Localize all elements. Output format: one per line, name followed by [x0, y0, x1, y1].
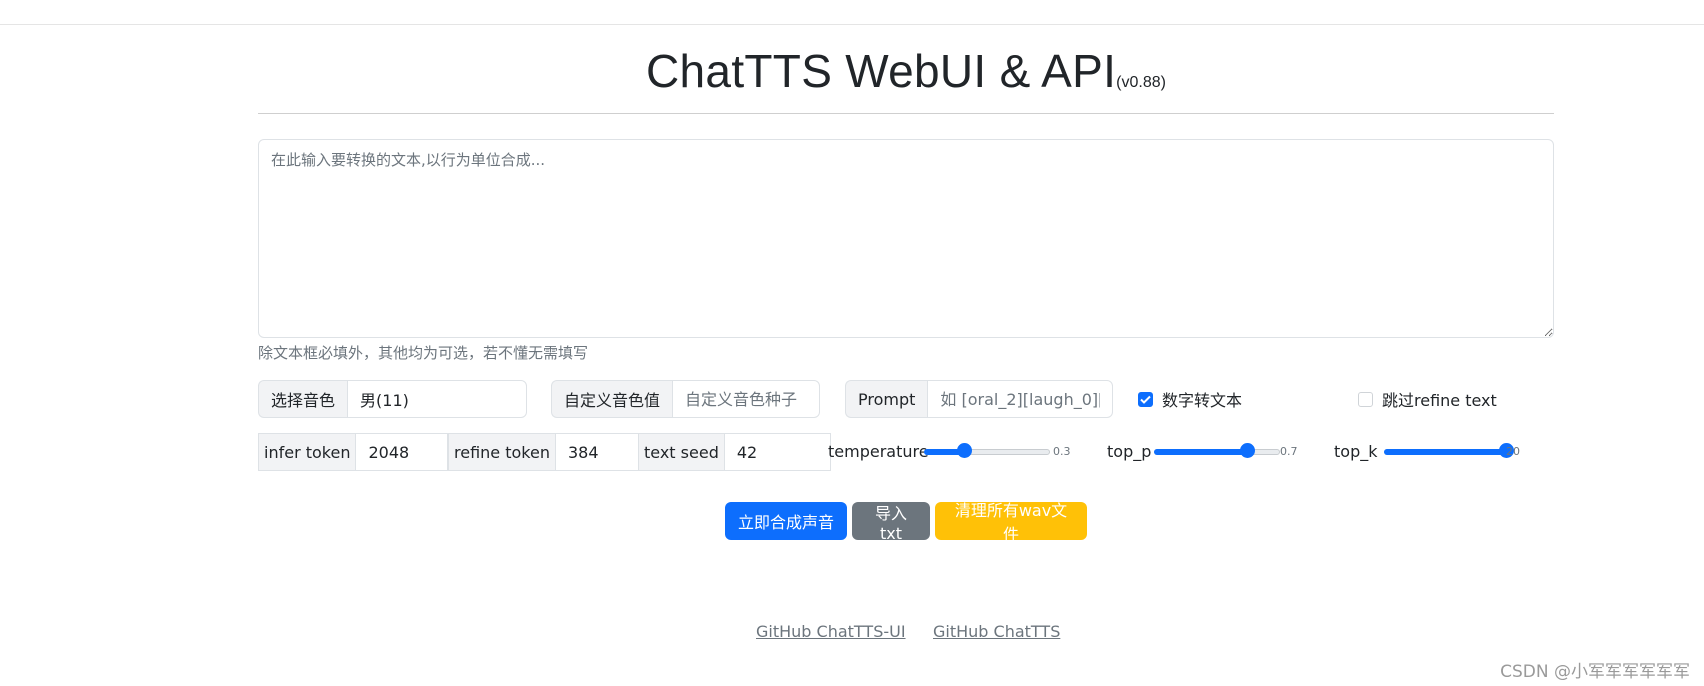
github-chattts-ui-link[interactable]: GitHub ChatTTS-UI: [756, 622, 906, 641]
num-to-text-label: 数字转文本: [1162, 391, 1243, 410]
custom-voice-input[interactable]: [672, 380, 821, 418]
slider-thumb[interactable]: [1240, 443, 1256, 458]
checkbox-unchecked-icon[interactable]: [1358, 391, 1373, 407]
import-txt-button[interactable]: 导入txt: [852, 502, 930, 543]
custom-voice-group: 自定义音色值: [551, 380, 821, 418]
refine-token-input[interactable]: 384: [554, 433, 639, 471]
infer-token-label: infer token: [258, 433, 356, 471]
voice-select-label: 选择音色: [258, 380, 348, 418]
clear-wav-button[interactable]: 清理所有wav文件: [935, 501, 1087, 544]
temperature-slider[interactable]: [924, 443, 1050, 458]
prompt-input[interactable]: [927, 380, 1114, 418]
csdn-watermark: CSDN @小军军军军军军: [1500, 662, 1690, 682]
voice-select-group: 选择音色 男(11): [258, 380, 528, 418]
header-divider: [258, 113, 1554, 114]
top-divider: [0, 24, 1704, 25]
top-k-label: top_k: [1334, 442, 1378, 461]
top-k-slider[interactable]: [1384, 443, 1514, 458]
infer-token-input[interactable]: 2048: [355, 433, 449, 471]
input-hint: 除文本框必填外，其他均为可选，若不懂无需填写: [258, 344, 589, 362]
refine-token-label: refine token: [448, 433, 555, 471]
slider-fill: [1154, 449, 1248, 455]
top-p-label: top_p: [1107, 442, 1152, 461]
infer-token-group: infer token 2048: [258, 433, 449, 471]
version-label: (v0.88): [1116, 74, 1166, 91]
github-chattts-link[interactable]: GitHub ChatTTS: [933, 622, 1060, 641]
top-k-value: 20: [1506, 445, 1520, 458]
prompt-group: Prompt: [845, 380, 1114, 418]
slider-thumb[interactable]: [957, 443, 973, 458]
slider-fill: [1384, 449, 1506, 455]
top-p-value: 0.7: [1280, 445, 1298, 458]
top-p-slider[interactable]: [1154, 443, 1280, 458]
text-input[interactable]: [258, 139, 1554, 338]
skip-refine-label: 跳过refine text: [1382, 391, 1497, 410]
refine-token-group: refine token 384: [448, 433, 639, 471]
num-to-text-checkbox[interactable]: 数字转文本: [1138, 387, 1242, 411]
page-title: ChatTTS WebUI & API: [646, 45, 1117, 97]
synthesize-button[interactable]: 立即合成声音: [725, 502, 847, 540]
temperature-label: temperature: [828, 442, 929, 461]
prompt-label: Prompt: [845, 380, 928, 418]
voice-select[interactable]: 男(11): [347, 380, 528, 418]
text-seed-input[interactable]: 42: [723, 433, 831, 471]
custom-voice-label: 自定义音色值: [551, 380, 673, 418]
page-header: ChatTTS WebUI & API(v0.88): [258, 44, 1554, 98]
text-seed-label: text seed: [638, 433, 724, 471]
temperature-value: 0.3: [1053, 445, 1071, 458]
skip-refine-checkbox[interactable]: 跳过refine text: [1358, 387, 1497, 411]
text-seed-group: text seed 42: [638, 433, 831, 471]
checkbox-checked-icon[interactable]: [1138, 391, 1153, 407]
